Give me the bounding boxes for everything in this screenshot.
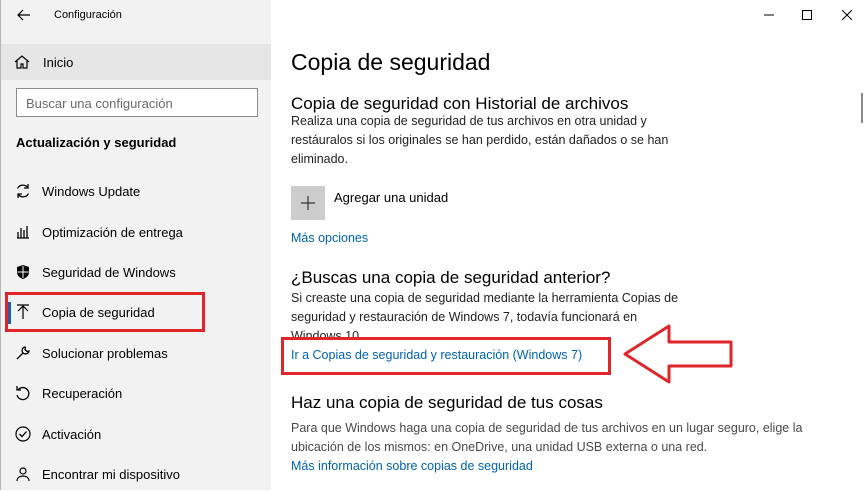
sidebar-item-activation[interactable]: Activación <box>1 416 271 452</box>
file-history-description: Realiza una copia de seguridad de tus ar… <box>291 114 669 166</box>
older-backup-heading: ¿Buscas una copia de seguridad anterior? <box>291 268 611 287</box>
annotation-arrow-icon <box>623 324 733 384</box>
window-title: Configuración <box>54 9 122 21</box>
page-title: Copia de seguridad <box>291 49 491 75</box>
file-history-heading: Copia de seguridad con Historial de arch… <box>291 94 629 113</box>
shield-icon <box>17 265 29 279</box>
sidebar-item-windows-security[interactable]: Seguridad de Windows <box>1 254 271 290</box>
plus-icon <box>301 196 315 210</box>
sidebar-item-windows-update[interactable]: Windows Update <box>1 173 271 209</box>
sidebar-item-home[interactable]: Inicio <box>1 44 271 80</box>
section-title: Actualización y seguridad <box>16 135 177 150</box>
main-content: Copia de seguridad Copia de seguridad co… <box>271 0 865 490</box>
arrow-left-icon <box>17 9 30 21</box>
sidebar: Configuración Inicio Buscar una configur… <box>0 0 271 490</box>
search-input[interactable]: Buscar una configuración <box>16 88 258 117</box>
close-icon <box>842 10 852 20</box>
maximize-icon <box>802 10 812 20</box>
recovery-icon <box>16 386 30 401</box>
sidebar-item-label: Solucionar problemas <box>42 346 168 361</box>
more-options-link[interactable]: Más opciones <box>291 231 368 245</box>
add-drive-button[interactable] <box>291 186 325 220</box>
backup-things-heading: Haz una copia de seguridad de tus cosas <box>291 393 603 412</box>
sidebar-item-label: Activación <box>42 427 102 442</box>
annotation-link-box <box>281 337 611 375</box>
person-pin-icon <box>16 467 30 482</box>
back-button[interactable] <box>13 4 35 26</box>
delivery-optimization-icon <box>17 226 29 239</box>
minimize-button[interactable] <box>759 5 779 25</box>
sidebar-item-label: Seguridad de Windows <box>42 265 176 280</box>
sidebar-item-troubleshoot[interactable]: Solucionar problemas <box>1 335 271 371</box>
sidebar-item-find-my-device[interactable]: Encontrar mi dispositivo <box>1 456 271 492</box>
scrollbar[interactable] <box>861 93 863 123</box>
sidebar-item-label: Inicio <box>43 55 74 70</box>
sidebar-item-label: Recuperación <box>42 386 123 401</box>
sidebar-item-label: Windows Update <box>42 184 141 199</box>
sync-icon <box>16 184 30 198</box>
sidebar-item-label: Optimización de entrega <box>42 225 183 240</box>
backup-info-link[interactable]: Más información sobre copias de segurida… <box>291 459 533 473</box>
check-circle-icon <box>15 426 31 442</box>
backup-things-description: Para que Windows haga una copia de segur… <box>291 421 803 454</box>
maximize-button[interactable] <box>797 5 817 25</box>
sidebar-item-recovery[interactable]: Recuperación <box>1 375 271 411</box>
minimize-icon <box>764 14 774 16</box>
sidebar-item-label: Encontrar mi dispositivo <box>42 467 180 482</box>
search-placeholder: Buscar una configuración <box>26 96 173 111</box>
close-button[interactable] <box>837 5 857 25</box>
annotation-highlight-box <box>5 292 205 332</box>
sidebar-item-delivery-optimization[interactable]: Optimización de entrega <box>1 214 271 250</box>
wrench-icon <box>16 346 30 360</box>
home-icon <box>14 55 30 69</box>
add-drive-label[interactable]: Agregar una unidad <box>334 190 448 205</box>
